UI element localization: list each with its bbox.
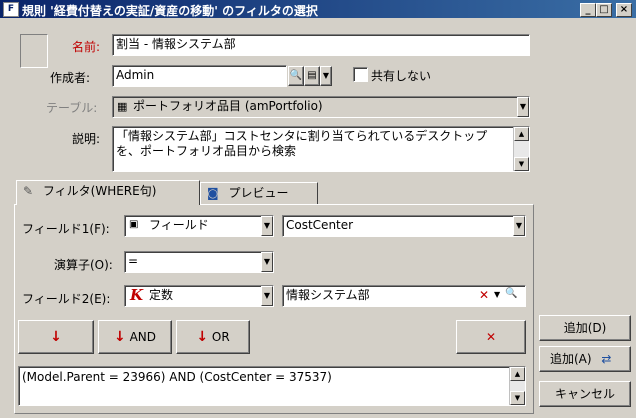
operator-label: 演算子(O): xyxy=(54,258,113,272)
table-dropdown-icon: ▼ xyxy=(517,97,529,117)
tab-filter-label: フィルタ(WHERE句) xyxy=(42,184,157,198)
field2-value-field[interactable]: 情報システム部 xyxy=(282,285,526,307)
add-a-button[interactable]: 追加(A) ⇄ xyxy=(539,346,631,372)
field1-value-dropdown-icon[interactable]: ▼ xyxy=(513,216,525,236)
field2-type-dropdown-icon[interactable]: ▼ xyxy=(261,286,273,306)
field-type-icon: ▣ xyxy=(129,219,139,230)
clear-value-icon[interactable]: ✕ xyxy=(479,288,489,302)
insert-or-button[interactable]: ↓ OR xyxy=(176,320,250,354)
author-dropdown-icon[interactable]: ▼ xyxy=(320,66,332,86)
author-search-icon[interactable]: 🔍 xyxy=(288,66,304,86)
rule-image-placeholder xyxy=(20,34,48,68)
title-bar: F 規則 '経費付替えの実証/資産の移動' のフィルタの選択 _ □ × xyxy=(0,0,636,18)
delete-x-icon: ✕ xyxy=(485,330,497,344)
filter-tab-icon: ✎ xyxy=(23,184,34,198)
name-label: 名前: xyxy=(72,40,101,54)
operator-dropdown-icon[interactable]: ▼ xyxy=(261,252,273,272)
window-title: 規則 '経費付替えの実証/資産の移動' のフィルタの選択 xyxy=(22,4,318,18)
swap-arrows-icon: ⇄ xyxy=(601,352,612,366)
maximize-button[interactable]: □ xyxy=(596,3,612,17)
insert-and-button[interactable]: ↓ AND xyxy=(98,320,172,354)
expression-field[interactable]: (Model.Parent = 23966) AND (CostCenter =… xyxy=(18,366,526,406)
delete-condition-button[interactable]: ✕ xyxy=(456,320,526,354)
table-icon: ▦ xyxy=(117,100,128,113)
value-search-icon[interactable]: 🔍 xyxy=(505,288,517,299)
scroll-down-icon[interactable]: ▼ xyxy=(510,391,525,405)
scroll-down-icon[interactable]: ▼ xyxy=(514,157,529,171)
table-label: テーブル: xyxy=(46,101,98,115)
name-field[interactable]: 割当 - 情報システム部 xyxy=(112,34,530,56)
operator-select[interactable]: = xyxy=(124,251,274,273)
field1-label: フィールド1(F): xyxy=(22,222,110,236)
table-field: ポートフォリオ品目 (amPortfolio) xyxy=(112,96,530,118)
expression-scrollbar[interactable]: ▲ ▼ xyxy=(509,367,525,405)
minimize-button[interactable]: _ xyxy=(580,3,596,17)
down-arrow-icon: ↓ xyxy=(114,329,126,345)
author-field[interactable]: Admin xyxy=(112,65,287,87)
noshare-label: 共有しない xyxy=(371,69,432,83)
field1-type-select[interactable]: フィールド xyxy=(124,215,274,237)
author-label: 作成者: xyxy=(50,71,91,85)
insert-button[interactable]: ↓ xyxy=(18,320,94,354)
filter-dialog: F 規則 '経費付替えの実証/資産の移動' のフィルタの選択 _ □ × 名前:… xyxy=(0,0,636,418)
and-label: AND xyxy=(129,330,156,344)
field1-type-dropdown-icon[interactable]: ▼ xyxy=(261,216,273,236)
scroll-up-icon[interactable]: ▲ xyxy=(510,367,525,381)
down-arrow-icon: ↓ xyxy=(196,329,209,345)
constant-k-icon: K xyxy=(130,286,144,304)
field2-label: フィールド2(E): xyxy=(22,292,111,306)
scroll-up-icon[interactable]: ▲ xyxy=(514,127,529,141)
tab-preview-label: プレビュー xyxy=(228,186,289,200)
description-label: 説明: xyxy=(72,132,101,146)
add-button[interactable]: 追加(D) xyxy=(539,315,631,341)
close-button[interactable]: × xyxy=(616,3,632,17)
description-scrollbar[interactable]: ▲ ▼ xyxy=(513,127,529,171)
author-detail-icon[interactable]: ▤ xyxy=(304,66,320,86)
tab-filter[interactable]: ✎ フィルタ(WHERE句) xyxy=(16,180,200,205)
noshare-checkbox[interactable] xyxy=(353,67,368,82)
description-field[interactable]: 「情報システム部」コストセンタに割り当てられているデスクトップを、ポートフォリオ… xyxy=(112,126,530,172)
field2-type-select[interactable]: 定数 xyxy=(124,285,274,307)
preview-tab-icon: ◙ xyxy=(207,186,219,200)
or-label: OR xyxy=(211,330,230,344)
field1-value-select[interactable]: CostCenter xyxy=(282,215,526,237)
cancel-button[interactable]: キャンセル xyxy=(539,381,631,407)
value-dropdown-icon[interactable]: ▼ xyxy=(494,290,500,299)
down-arrow-icon: ↓ xyxy=(50,329,62,345)
filter-app-icon: F xyxy=(3,2,19,17)
tab-preview[interactable]: ◙ プレビュー xyxy=(200,182,318,204)
add-a-label: 追加(A) xyxy=(550,352,592,366)
